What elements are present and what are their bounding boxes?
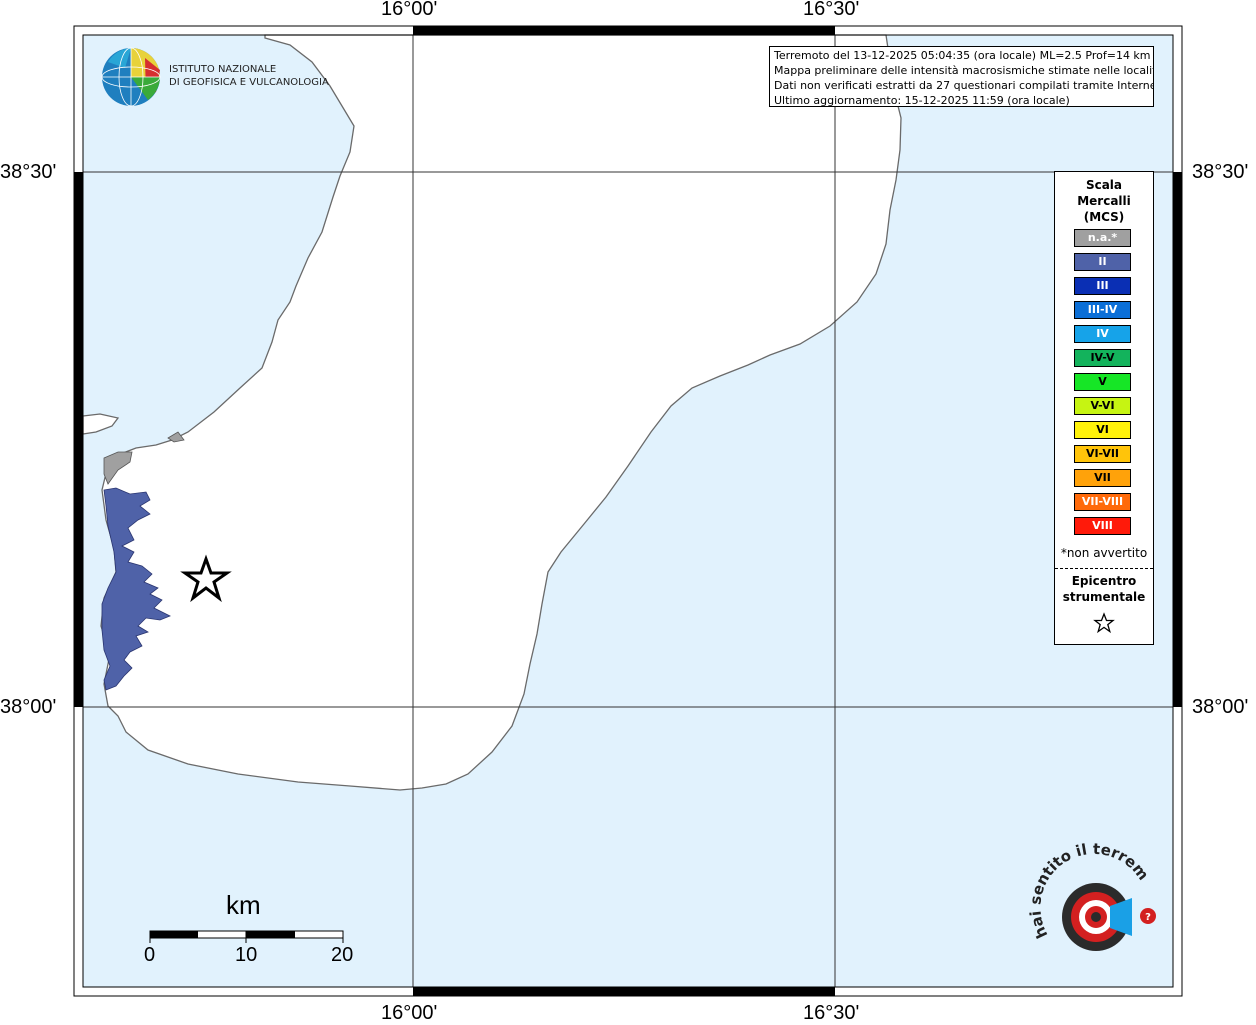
legend-epicenter-label: Epicentro strumentale: [1055, 573, 1153, 605]
axis-left-label-1: 38°30': [0, 161, 57, 183]
legend-item-viii: VIII: [1074, 517, 1131, 535]
info-line-3: Dati non verificati estratti da 27 quest…: [774, 79, 1154, 92]
ingv-logo-text: ISTITUTO NAZIONALE DI GEOFISICA E VULCAN…: [169, 63, 329, 89]
svg-text:?: ?: [1145, 912, 1151, 923]
legend-item-vi-vii: VI-VII: [1074, 445, 1131, 463]
legend-item-vii: VII: [1074, 469, 1131, 487]
legend-note: *non avvertito: [1060, 546, 1148, 560]
legend-title-2: Mercalli: [1077, 194, 1131, 208]
info-line-1: Terremoto del 13-12-2025 05:04:35 (ora l…: [774, 49, 1151, 62]
legend-item-n-a: n.a.*: [1074, 229, 1131, 247]
scale-tick-0: 0: [144, 944, 156, 966]
legend-star-icon: [1093, 612, 1115, 634]
legend-item-v: V: [1074, 373, 1131, 391]
legend-title: Scala Mercalli (MCS): [1055, 177, 1153, 225]
legend-item-iv-v: IV-V: [1074, 349, 1131, 367]
legend-epicenter-line-1: Epicentro: [1071, 574, 1137, 588]
axis-left-label-2: 38°00': [0, 696, 57, 718]
legend-item-vi: VI: [1074, 421, 1131, 439]
legend-item-iii-iv: III-IV: [1074, 301, 1131, 319]
ingv-globe-logo: [101, 47, 161, 107]
axis-right-label-2: 38°00': [1192, 696, 1249, 718]
legend-item-ii: II: [1074, 253, 1131, 271]
legend-epicenter-line-2: strumentale: [1062, 590, 1146, 604]
earthquake-info-box: Terremoto del 13-12-2025 05:04:35 (ora l…: [769, 46, 1154, 107]
legend-item-vii-viii: VII-VIII: [1074, 493, 1131, 511]
legend-title-3: (MCS): [1083, 210, 1125, 224]
scale-tick-20: 20: [331, 944, 354, 966]
legend-items: n.a.* II III III-IV IV IV-V V V-VI VI VI-VII VII VI…: [1074, 229, 1131, 541]
legend-item-v-vi: V-VI: [1074, 397, 1131, 415]
scale-bar-title: km: [226, 890, 261, 920]
info-line-2: Mappa preliminare delle intensità macros…: [774, 64, 1154, 77]
axis-bottom-label-1: 16°00': [381, 1002, 438, 1024]
axis-bottom-label-2: 16°30': [803, 1002, 860, 1024]
axis-top-label-2: 16°30': [803, 0, 860, 20]
ingv-line-1: ISTITUTO NAZIONALE: [169, 64, 277, 75]
mcs-legend: Scala Mercalli (MCS) n.a.* II III III-IV IV I…: [1054, 171, 1154, 645]
legend-separator: [1055, 568, 1153, 569]
info-line-4: Ultimo aggiornamento: 15-12-2025 11:59 (…: [774, 94, 1070, 107]
axis-right-label-1: 38°30': [1192, 161, 1249, 183]
scale-tick-10: 10: [235, 944, 258, 966]
ingv-line-2: DI GEOFISICA E VULCANOLOGIA: [169, 77, 329, 88]
axis-top-label-1: 16°00': [381, 0, 438, 20]
legend-title-1: Scala: [1085, 178, 1123, 192]
legend-item-iii: III: [1074, 277, 1131, 295]
legend-item-iv: IV: [1074, 325, 1131, 343]
